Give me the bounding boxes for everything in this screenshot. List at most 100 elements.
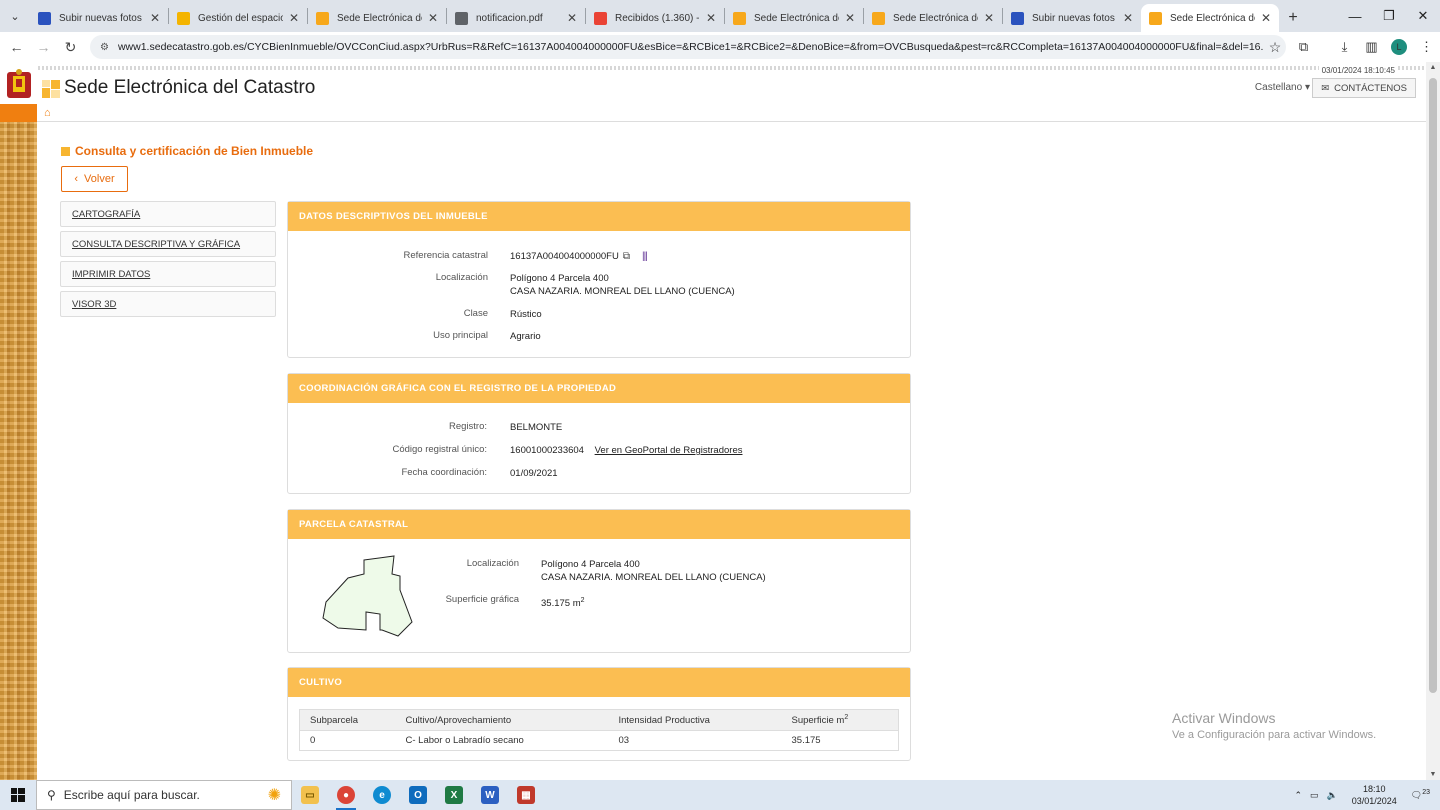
download-icon[interactable]: ⤓: [1331, 39, 1358, 55]
loc-line1: Polígono 4 Parcela 400: [510, 273, 609, 284]
extensions-icon[interactable]: ⧉: [1290, 39, 1317, 55]
top-divider: [38, 66, 1426, 70]
side-menu-item[interactable]: VISOR 3D: [60, 291, 276, 317]
scroll-up-icon[interactable]: ▲: [1426, 64, 1440, 71]
panel-header: PARCELA CATASTRAL: [288, 510, 910, 539]
codigo-label: Código registral único:: [392, 444, 487, 455]
back-button[interactable]: ‹ Volver: [61, 166, 128, 192]
browser-tab[interactable]: Subir nuevas fotos y v ✕: [1003, 4, 1141, 32]
system-tray: ⌃ ▭ 🔈 18:10 03/01/2024 🗨23: [1290, 780, 1440, 810]
clock[interactable]: 18:10 03/01/2024: [1352, 783, 1397, 807]
browser-tab[interactable]: notificacion.pdf ✕: [447, 4, 585, 32]
side-menu-item[interactable]: CARTOGRAFÍA: [60, 201, 276, 227]
restore-icon[interactable]: ❐: [1372, 0, 1406, 32]
tab-close-icon[interactable]: ✕: [428, 11, 438, 25]
notification-icon[interactable]: 🗨23: [1411, 789, 1430, 801]
col-header-exp: 2: [844, 714, 849, 721]
superficie-number: 35.175 m: [541, 598, 581, 610]
network-icon[interactable]: ▭: [1310, 790, 1319, 801]
tab-search-icon[interactable]: ⌄: [0, 0, 30, 32]
tab-close-icon[interactable]: ✕: [984, 11, 994, 25]
language-label: Castellano: [1254, 82, 1303, 93]
heading-bullet-icon: [61, 146, 70, 156]
browser-tab[interactable]: Sede Electrónica del C ✕: [308, 4, 446, 32]
table-row: 0 C- Labor o Labradío secano 03 35.175: [299, 730, 899, 751]
tab-title: Sede Electrónica del C: [1170, 12, 1255, 24]
side-menu: CARTOGRAFÍA CONSULTA DESCRIPTIVA Y GRÁFIC…: [60, 201, 276, 321]
menu-kebab-icon[interactable]: ⋮: [1413, 39, 1440, 55]
decorative-side-image: [0, 122, 37, 780]
browser-tab[interactable]: Recibidos (1.360) - In ✕: [586, 4, 724, 32]
chevron-up-icon[interactable]: ⌃: [1294, 790, 1302, 801]
close-window-icon[interactable]: ✕: [1406, 0, 1440, 32]
fecha-label: Fecha coordinación:: [401, 467, 487, 478]
sidepanel-icon[interactable]: ▥: [1358, 39, 1385, 55]
page-viewport: 03/01/2024 18:10:45 Sede Electrónica del…: [0, 62, 1440, 780]
superficie-value: 35.175 m2: [541, 594, 585, 610]
parcel-shape-map[interactable]: [318, 554, 418, 640]
tab-close-icon[interactable]: ✕: [289, 11, 299, 25]
tab-close-icon[interactable]: ✕: [150, 11, 160, 25]
cultivo-panel: CULTIVO Subparcela Cultivo/Aprovechamien…: [287, 667, 911, 761]
windows-start-icon[interactable]: [0, 780, 36, 810]
side-menu-item[interactable]: IMPRIMIR DATOS: [60, 261, 276, 287]
geoportal-link[interactable]: Ver en GeoPortal de Registradores: [595, 445, 743, 456]
tab-close-icon[interactable]: ✕: [706, 11, 716, 25]
excel-icon[interactable]: X: [436, 780, 472, 810]
tab-close-icon[interactable]: ✕: [567, 11, 577, 25]
page-scrollbar[interactable]: ▲ ▼: [1426, 62, 1440, 780]
col-header: Intensidad Productiva: [608, 709, 782, 731]
contact-button[interactable]: ✉ CONTÁCTENOS: [1312, 78, 1416, 98]
reload-icon[interactable]: ↻: [57, 39, 84, 56]
app-grid-icon[interactable]: ▦: [508, 780, 544, 810]
chrome-icon[interactable]: ●: [328, 780, 364, 810]
profile-avatar[interactable]: L: [1391, 39, 1407, 55]
site-info-icon[interactable]: ⚙: [100, 42, 109, 53]
address-bar[interactable]: ⚙ www1.sedecatastro.gob.es/CYCBienInmueb…: [90, 35, 1286, 59]
outlook-icon[interactable]: O: [400, 780, 436, 810]
barcode-icon[interactable]: |||: [642, 250, 648, 263]
tab-title: Gestión del espacio d: [198, 12, 283, 24]
breadcrumb-bar: ⌂: [0, 104, 1426, 122]
tab-close-icon[interactable]: ✕: [1261, 11, 1271, 25]
back-icon[interactable]: ←: [3, 39, 30, 55]
mail-icon: ✉: [1321, 82, 1330, 94]
orange-accent: [0, 104, 37, 122]
word-icon[interactable]: W: [472, 780, 508, 810]
registro-label: Registro:: [448, 421, 487, 432]
ref-value-row: 16137A004004000000FU ⧉ |||: [510, 250, 648, 263]
panel-header: COORDINACIÓN GRÁFICA CON EL REGISTRO DE …: [288, 374, 910, 403]
edge-icon[interactable]: e: [364, 780, 400, 810]
volume-icon[interactable]: 🔈: [1327, 790, 1338, 801]
minimize-icon[interactable]: —: [1338, 0, 1372, 32]
parcela-panel: PARCELA CATASTRAL Localización Polígono …: [287, 509, 911, 653]
tab-favicon-icon: [733, 11, 746, 25]
panel-header: DATOS DESCRIPTIVOS DEL INMUEBLE: [288, 202, 910, 231]
superficie-exp: 2: [580, 597, 585, 604]
forward-icon[interactable]: →: [30, 39, 57, 55]
copy-icon[interactable]: ⧉: [623, 250, 630, 263]
uso-value: Agrario: [510, 331, 541, 342]
browser-tab[interactable]: Sede Electrónica del C ✕: [864, 4, 1002, 32]
tab-close-icon[interactable]: ✕: [845, 11, 855, 25]
taskbar-search-input[interactable]: ⚲ Escribe aquí para buscar. ✺: [36, 780, 292, 810]
browser-tab[interactable]: Gestión del espacio d ✕: [169, 4, 307, 32]
tab-close-icon[interactable]: ✕: [1123, 11, 1133, 25]
scroll-thumb[interactable]: [1429, 78, 1437, 693]
file-explorer-icon[interactable]: ▭: [292, 780, 328, 810]
new-tab-button[interactable]: +: [1279, 4, 1307, 32]
home-icon[interactable]: ⌂: [44, 107, 51, 119]
browser-tab[interactable]: Subir nuevas fotos y v ✕: [30, 4, 168, 32]
ref-value: 16137A004004000000FU: [510, 251, 619, 262]
browser-tab[interactable]: Sede Electrónica del C ✕: [1141, 4, 1279, 32]
chevron-left-icon: ‹: [74, 173, 79, 185]
browser-tab[interactable]: Sede Electrónica del C ✕: [725, 4, 863, 32]
side-menu-item[interactable]: CONSULTA DESCRIPTIVA Y GRÁFICA: [60, 231, 276, 257]
language-selector[interactable]: Castellano ▾: [1255, 82, 1310, 93]
bookmark-star-icon[interactable]: ☆: [1264, 39, 1286, 56]
tab-title: notificacion.pdf: [476, 12, 543, 24]
tab-favicon-icon: [594, 11, 607, 25]
scroll-down-icon[interactable]: ▼: [1426, 771, 1440, 778]
watermark-line1: Activar Windows: [1172, 710, 1276, 726]
col-header-text: Superficie m: [791, 715, 845, 727]
